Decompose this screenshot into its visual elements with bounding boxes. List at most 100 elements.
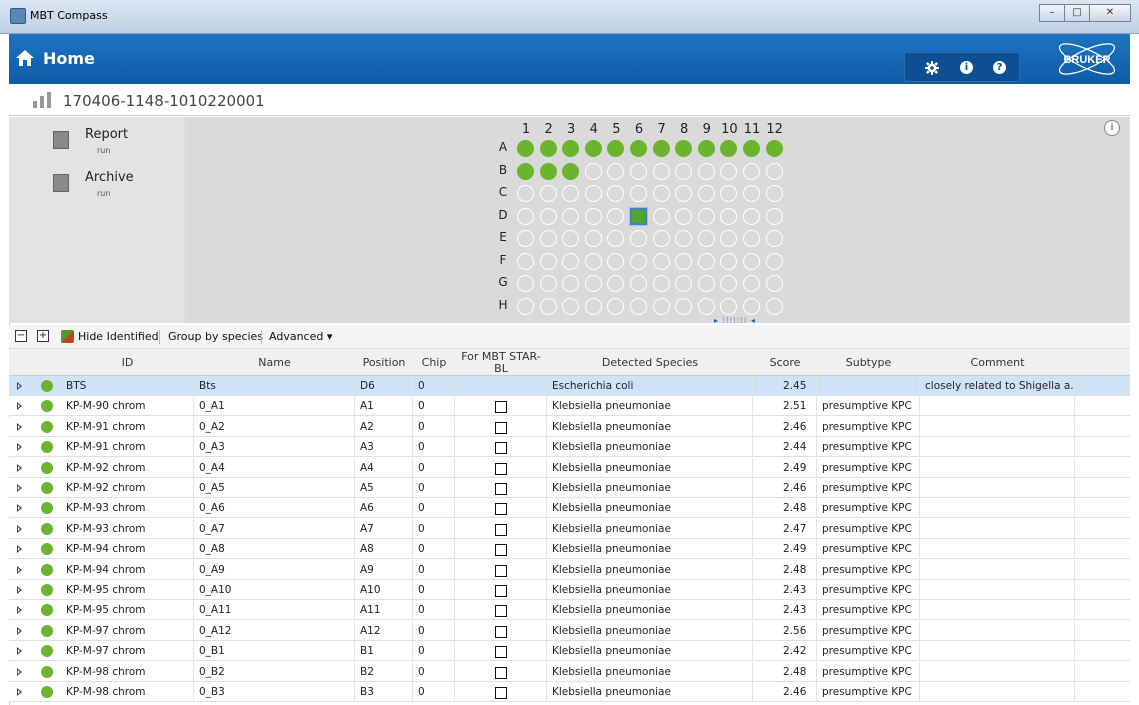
plate-well[interactable] — [765, 252, 783, 270]
plate-well[interactable] — [697, 275, 715, 292]
plate-well[interactable] — [584, 252, 602, 270]
row-expand-icon[interactable] — [17, 545, 22, 554]
plate-well[interactable] — [743, 185, 760, 202]
plate-well[interactable] — [630, 275, 647, 292]
plate-well[interactable] — [720, 185, 738, 202]
plate-well[interactable] — [675, 252, 693, 270]
plate-well[interactable] — [517, 275, 534, 292]
star-bl-checkbox[interactable] — [495, 605, 507, 618]
close-button[interactable]: ✕ — [1089, 4, 1131, 22]
plate-well[interactable] — [517, 297, 534, 315]
plate-well[interactable] — [562, 252, 580, 270]
plate-well[interactable] — [765, 275, 783, 292]
plate-well[interactable] — [652, 140, 670, 157]
plate-well[interactable] — [630, 162, 647, 180]
plate-well[interactable] — [607, 297, 625, 315]
plate-well[interactable] — [630, 230, 647, 247]
col-header-score[interactable]: Score — [753, 349, 817, 376]
maximize-button[interactable]: □ — [1064, 4, 1090, 22]
row-expand-icon[interactable] — [17, 688, 22, 696]
plate-well[interactable] — [652, 185, 670, 202]
plate-well[interactable] — [743, 297, 760, 315]
plate-well[interactable] — [562, 275, 580, 292]
plate-well[interactable] — [652, 162, 670, 180]
plate-well[interactable] — [539, 230, 557, 247]
plate-well[interactable] — [584, 297, 602, 315]
row-expand-icon[interactable] — [17, 647, 22, 656]
star-bl-checkbox[interactable] — [495, 687, 507, 699]
plate-well[interactable] — [697, 207, 715, 225]
col-header-species[interactable]: Detected Species — [547, 349, 753, 376]
minimize-button[interactable]: – — [1039, 4, 1065, 22]
plate-well[interactable] — [765, 207, 783, 225]
plate-well[interactable] — [584, 140, 602, 157]
plate-well[interactable] — [743, 230, 760, 247]
table-row[interactable]: KP-M-97 chrom 0_A12 A12 0 Klebsiella pneumon… — [9, 620, 1130, 641]
row-expand-icon[interactable] — [17, 667, 22, 676]
plate-well[interactable] — [743, 275, 760, 292]
plate-well[interactable] — [607, 162, 625, 180]
plate-well[interactable] — [765, 140, 783, 157]
col-header-comment[interactable]: Comment — [920, 349, 1075, 376]
plate-well[interactable] — [539, 162, 557, 180]
star-bl-checkbox[interactable] — [495, 462, 507, 475]
plate-well[interactable] — [675, 140, 693, 157]
home-label[interactable]: Home — [43, 49, 95, 68]
star-bl-checkbox[interactable] — [495, 585, 507, 597]
table-row[interactable]: KP-M-93 chrom 0_A7 A7 0 Klebsiella pneumonia… — [9, 518, 1130, 539]
row-expand-icon[interactable] — [17, 586, 22, 594]
plate-well[interactable] — [765, 185, 783, 202]
plate-well[interactable] — [697, 162, 715, 180]
plate-well[interactable] — [607, 140, 625, 157]
plate-well[interactable] — [720, 252, 738, 270]
row-expand-icon[interactable] — [17, 484, 22, 492]
expand-all-button[interactable]: + — [37, 330, 49, 342]
plate-well[interactable] — [743, 252, 760, 270]
plate-well[interactable] — [539, 140, 557, 157]
plate-well[interactable] — [562, 230, 580, 247]
plate-well[interactable] — [517, 230, 534, 247]
row-expand-icon[interactable] — [17, 565, 22, 574]
star-bl-checkbox[interactable] — [495, 483, 507, 495]
group-by-species-button[interactable]: Group by species — [168, 330, 263, 343]
row-expand-icon[interactable] — [17, 606, 22, 615]
table-row[interactable]: KP-M-93 chrom 0_A6 A6 0 Klebsiella pneumonia… — [9, 498, 1130, 519]
plate-well[interactable] — [607, 230, 625, 247]
plate-well[interactable] — [697, 185, 715, 202]
table-row[interactable]: KP-M-98 chrom 0_B2 B2 0 Klebsiella pneumonia… — [9, 661, 1130, 682]
table-row[interactable]: KP-M-98 chrom 0_B3 B3 0 Klebsiella pneumonia… — [9, 682, 1130, 702]
plate-well[interactable] — [562, 185, 580, 202]
info-icon[interactable]: i — [960, 61, 973, 74]
plate-well[interactable] — [517, 162, 534, 180]
plate-well[interactable] — [675, 185, 693, 202]
star-bl-checkbox[interactable] — [495, 401, 507, 414]
plate-well[interactable] — [697, 230, 715, 247]
row-expand-icon[interactable] — [17, 524, 22, 533]
star-bl-checkbox[interactable] — [495, 646, 507, 659]
plate-well[interactable] — [675, 297, 693, 315]
plate-well[interactable] — [697, 297, 715, 315]
plate-well[interactable] — [630, 297, 647, 315]
plate-well[interactable] — [607, 252, 625, 270]
plate-well[interactable] — [607, 207, 625, 225]
plate-well[interactable] — [652, 207, 670, 225]
plate-well[interactable] — [539, 297, 557, 315]
plate-well[interactable] — [675, 230, 693, 247]
table-row[interactable]: KP-M-92 chrom 0_A4 A4 0 Klebsiella pneumonia… — [9, 457, 1130, 478]
plate-well[interactable] — [765, 162, 783, 180]
plate-well[interactable] — [607, 275, 625, 292]
table-row[interactable]: KP-M-94 chrom 0_A8 A8 0 Klebsiella pneumonia… — [9, 539, 1130, 560]
plate-well[interactable] — [517, 140, 534, 157]
plate-well[interactable] — [652, 297, 670, 315]
plate-well[interactable] — [539, 185, 557, 202]
plate-well[interactable] — [652, 275, 670, 292]
plate-well[interactable] — [584, 162, 602, 180]
plate-well[interactable] — [720, 207, 738, 225]
plate-well[interactable] — [720, 162, 738, 180]
hide-identified-button[interactable]: Hide Identified — [78, 330, 159, 343]
plate-well[interactable] — [607, 185, 625, 202]
plate-well[interactable] — [630, 140, 647, 157]
star-bl-checkbox[interactable] — [495, 625, 507, 638]
star-bl-checkbox[interactable] — [495, 442, 507, 455]
col-header-name[interactable]: Name — [194, 349, 355, 376]
